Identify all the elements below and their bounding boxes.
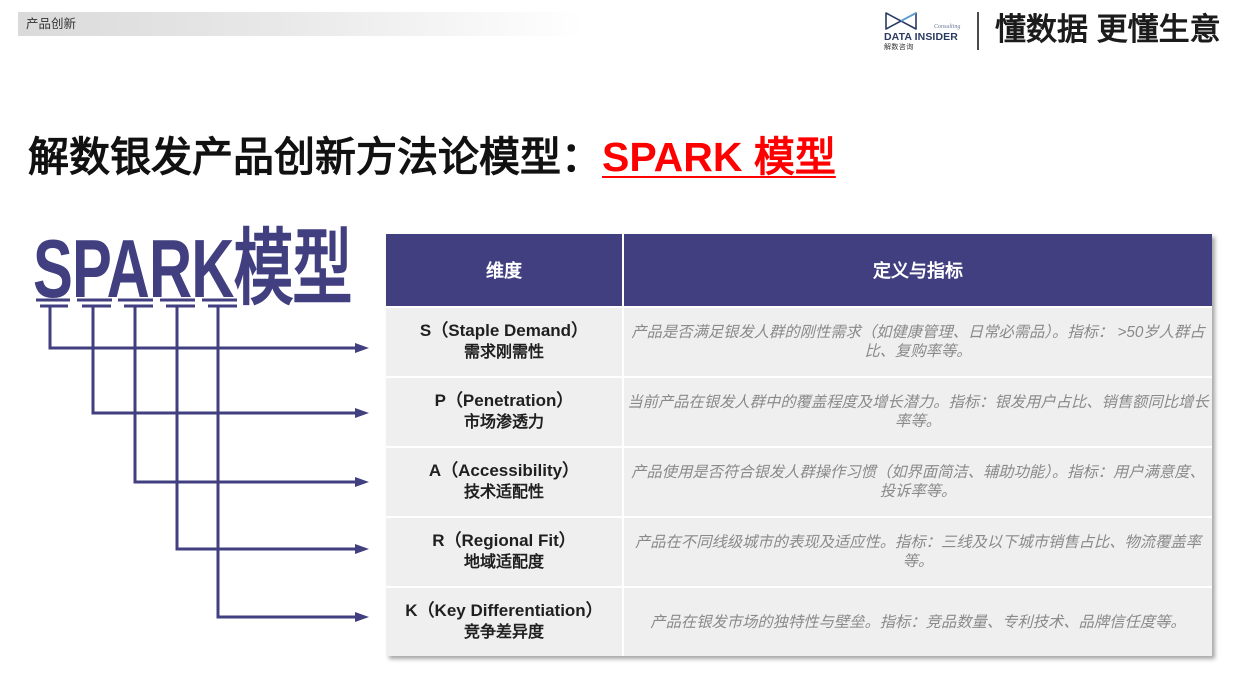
dimension-cn-label: 地域适配度 (463, 554, 544, 571)
connector-s (40, 304, 369, 353)
row-p-definition-cell: 当前产品在银发人群中的覆盖程度及增长潜力。指标：银发用户占比、销售额同比增长率等… (624, 378, 1212, 446)
connector-p (82, 304, 369, 418)
definition-text: 产品使用是否符合银发人群操作习惯（如界面简洁、辅助功能）。指标：用户满意度、投诉… (631, 464, 1205, 500)
definition-text: 产品在银发市场的独特性与壁垒。指标：竞品数量、专利技术、品牌信任度等。 (650, 613, 1186, 631)
row-r-definition-cell: 产品在不同线级城市的表现及适应性。指标：三线及以下城市销售占比、物流覆盖率等。 (624, 518, 1212, 586)
row-s-definition-cell: 产品是否满足银发人群的刚性需求（如健康管理、日常必需品）。指标： >50岁人群占… (624, 308, 1212, 376)
row-k-dimension-cell: K（Key Differentiation） 竞争差异度 (386, 588, 622, 656)
arrow-right-icon (355, 544, 369, 554)
title-highlight: SPARK 模型 (602, 134, 836, 180)
dimension-label: P（Penetration） (434, 391, 574, 410)
header-dimension: 维度 (386, 234, 622, 306)
row-p-dimension-cell: P（Penetration） 市场渗透力 (386, 378, 622, 446)
connector-a (124, 304, 369, 487)
row-s-dimension-cell: S（Staple Demand） 需求刚需性 (386, 308, 622, 376)
dimension-label: S（Staple Demand） (419, 321, 589, 340)
data-insider-logo: Consulting DATA INSIDER 解数咨询 (884, 10, 966, 52)
row-a-dimension-cell: A（Accessibility） 技术适配性 (386, 448, 622, 516)
spark-table: 维度 定义与指标 S（Staple Demand） 需求刚需性 产品是否满足银发… (386, 234, 1212, 656)
dimension-cn-label: 竞争差异度 (463, 624, 544, 641)
spark-connectors (36, 298, 369, 622)
slogan: 懂数据 更懂生意 (995, 12, 1221, 47)
bowtie-logo-icon (885, 12, 917, 30)
dimension-label: A（Accessibility） (428, 461, 580, 480)
row-k-definition-cell: 产品在银发市场的独特性与壁垒。指标：竞品数量、专利技术、品牌信任度等。 (624, 588, 1212, 656)
row-a-definition-cell: 产品使用是否符合银发人群操作习惯（如界面简洁、辅助功能）。指标：用户满意度、投诉… (624, 448, 1212, 516)
logo-chinese-name: 解数咨询 (884, 44, 914, 51)
connector-s-line (48, 306, 358, 350)
connector-p-line (91, 306, 358, 415)
connector-r (166, 304, 369, 554)
arrow-right-icon (355, 343, 369, 353)
row-r-dimension-cell: R（Regional Fit） 地域适配度 (386, 518, 622, 586)
definition-text: 产品是否满足银发人群的刚性需求（如健康管理、日常必需品）。指标： >50岁人群占… (631, 324, 1205, 360)
logo-script-text: Consulting (934, 24, 961, 30)
logo-name: DATA INSIDER (884, 31, 958, 43)
connector-a-line (133, 306, 358, 484)
definition-text: 当前产品在银发人群中的覆盖程度及增长潜力。指标：银发用户占比、销售额同比增长率等… (627, 394, 1209, 430)
dimension-label: R（Regional Fit） (432, 531, 576, 550)
connector-r-line (175, 306, 358, 551)
arrow-right-icon (355, 477, 369, 487)
definition-text: 产品在不同线级城市的表现及适应性。指标：三线及以下城市销售占比、物流覆盖率等。 (635, 534, 1201, 570)
connector-k-line (216, 306, 358, 619)
dimension-cn-label: 技术适配性 (463, 484, 544, 501)
dimension-cn-label: 需求刚需性 (463, 344, 544, 361)
arrow-right-icon (355, 408, 369, 418)
header-divider (977, 12, 979, 50)
dimension-label: K（Key Differentiation） (405, 601, 603, 620)
connector-k (208, 304, 369, 622)
dimension-cn-label: 市场渗透力 (463, 414, 544, 431)
header-definition: 定义与指标 (624, 234, 1212, 306)
arrow-right-icon (355, 612, 369, 622)
